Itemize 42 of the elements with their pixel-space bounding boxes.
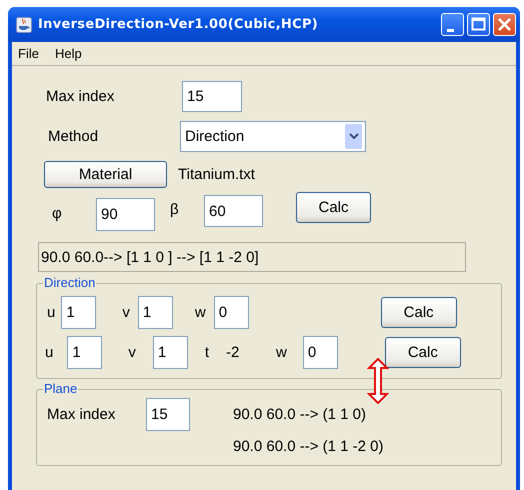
app-icon	[16, 16, 32, 32]
calc-button[interactable]: Calc	[380, 296, 457, 328]
window-title: InverseDirection-Ver1.00(Cubic,HCP)	[38, 17, 318, 32]
input-field[interactable]: 1	[152, 336, 188, 368]
maximize-button[interactable]	[467, 13, 490, 36]
input-field[interactable]: 0	[214, 296, 249, 328]
input-field[interactable]: 15	[146, 398, 190, 431]
close-button[interactable]	[493, 13, 516, 36]
result-text: 90.0 60.0--> [1 1 0 ] --> [1 1 -2 0]	[38, 242, 466, 272]
minimize-button[interactable]	[441, 13, 464, 36]
method-dropdown[interactable]: Direction	[180, 121, 366, 152]
input-field[interactable]: 60	[204, 195, 263, 227]
field-label: v	[128, 344, 136, 360]
menu-item[interactable]: Help	[54, 46, 82, 61]
field-label: w	[276, 344, 287, 360]
field-label: Max index	[47, 406, 116, 423]
calc-button[interactable]: Calc	[384, 336, 461, 368]
input-field[interactable]: 1	[67, 336, 102, 368]
field-label: v	[122, 304, 130, 320]
field-label: t	[204, 344, 210, 360]
field-label: u	[45, 344, 54, 360]
value-text: -2	[226, 344, 240, 360]
input-field[interactable]: 90	[96, 198, 155, 231]
field-label: Method	[48, 128, 100, 145]
result-text: 90.0 60.0 --> (1 1 0)	[233, 405, 367, 424]
field-label: u	[47, 304, 56, 320]
input-field[interactable]: 0	[302, 336, 338, 368]
input-field[interactable]: 1	[61, 296, 96, 328]
field-label: Max index	[46, 88, 116, 105]
minimize-icon	[446, 28, 454, 32]
angle-label: β	[170, 201, 180, 218]
result-text: 90.0 60.0 --> (1 1 -2 0)	[233, 437, 384, 456]
angle-label: φ	[52, 205, 63, 222]
field-label: w	[194, 304, 206, 320]
material-button[interactable]: Material	[44, 161, 167, 188]
input-field[interactable]: 15	[182, 81, 242, 112]
menu-item[interactable]: File	[18, 46, 39, 61]
double-arrow-icon	[367, 358, 389, 404]
file-name: Titanium.txt	[178, 166, 255, 183]
input-field[interactable]: 1	[138, 296, 173, 328]
calc-button[interactable]: Calc	[296, 192, 371, 223]
caret-icon	[345, 124, 362, 149]
